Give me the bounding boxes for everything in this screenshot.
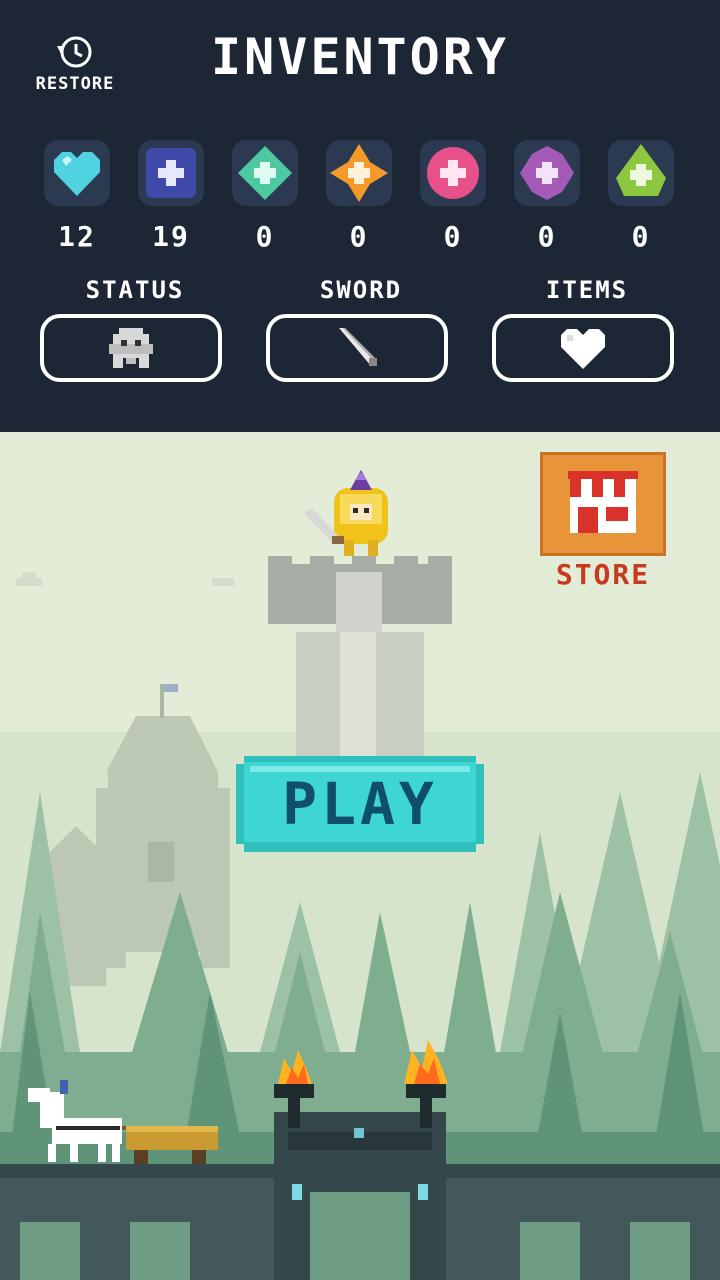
- shop-icon: [568, 471, 638, 533]
- restore-label: RESTORE: [35, 74, 115, 94]
- gem-count-cyan: 12: [58, 220, 96, 253]
- inventory-panel: RESTORE INVENTORY 12 19 0 0 0 0 0 STATUS…: [0, 0, 720, 432]
- ghost-icon: [109, 328, 153, 368]
- restore-clock-icon: [57, 36, 92, 68]
- gem-count-green: 0: [255, 220, 275, 253]
- purple-gem-icon: [514, 140, 580, 206]
- gem-slot-cyan[interactable]: 12: [36, 132, 118, 253]
- gem-slot-pink[interactable]: 0: [412, 132, 494, 253]
- heart-icon: [561, 329, 605, 369]
- orange-gem-icon: [326, 140, 392, 206]
- gem-count-orange: 0: [349, 220, 369, 253]
- gem-count-blue: 19: [152, 220, 190, 253]
- page-title: INVENTORY: [211, 28, 509, 86]
- gem-slot-orange[interactable]: 0: [318, 132, 400, 253]
- gem-count-lime: 0: [631, 220, 651, 253]
- gem-count-purple: 0: [537, 220, 557, 253]
- store-button[interactable]: [540, 452, 666, 556]
- play-button[interactable]: PLAY: [236, 756, 484, 852]
- sword-button[interactable]: [266, 314, 448, 382]
- status-button[interactable]: [40, 314, 222, 382]
- items-label: ITEMS: [545, 276, 629, 304]
- green-gem-icon: [232, 140, 298, 206]
- items-button[interactable]: [492, 314, 674, 382]
- pink-gem-icon: [420, 140, 486, 206]
- lime-gem-icon: [608, 140, 674, 206]
- game-scene: STORE PLAY: [0, 432, 720, 1280]
- store-label: STORE: [555, 558, 651, 591]
- cyan-heart-gem-icon: [44, 140, 110, 206]
- sword-icon: [339, 328, 377, 366]
- restore-button[interactable]: RESTORE: [22, 30, 128, 102]
- gem-slot-green[interactable]: 0: [224, 132, 306, 253]
- sword-label: SWORD: [319, 276, 403, 304]
- gem-row: 12 19 0 0 0 0 0: [36, 132, 686, 253]
- gem-slot-purple[interactable]: 0: [506, 132, 588, 253]
- gem-count-pink: 0: [443, 220, 463, 253]
- play-label: PLAY: [282, 770, 438, 838]
- status-label: STATUS: [85, 276, 185, 304]
- gem-slot-lime[interactable]: 0: [600, 132, 682, 253]
- blue-gem-icon: [138, 140, 204, 206]
- gem-slot-blue[interactable]: 19: [130, 132, 212, 253]
